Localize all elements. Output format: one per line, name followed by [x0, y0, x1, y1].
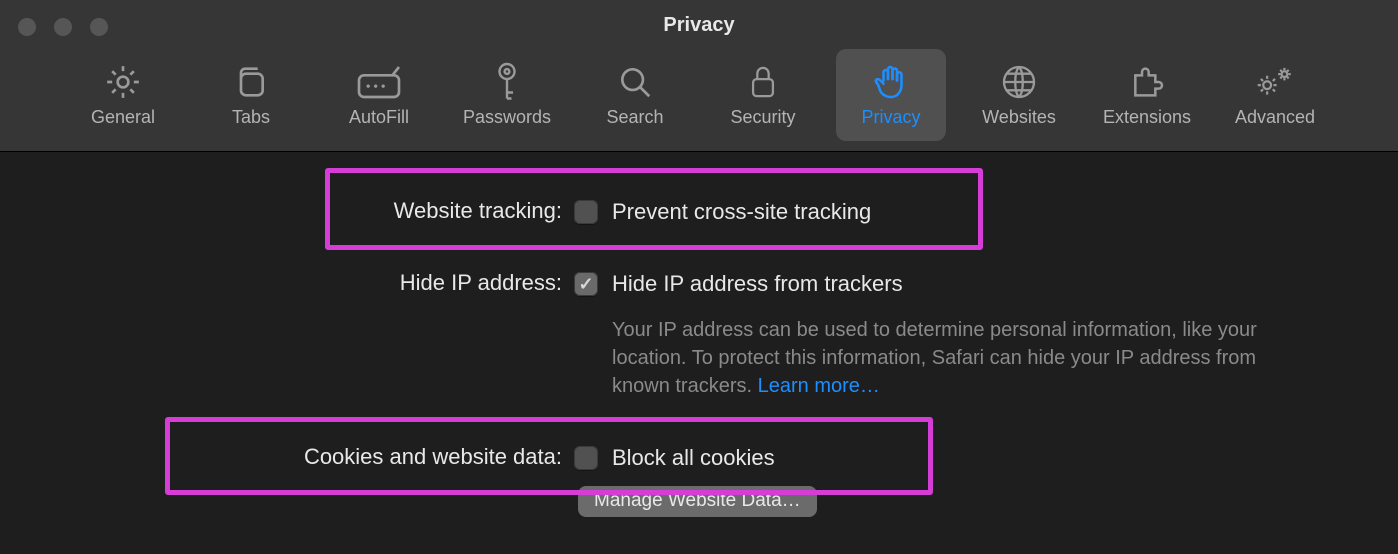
zoom-window-button[interactable] — [90, 18, 108, 36]
tab-label: AutoFill — [349, 107, 409, 128]
tab-search[interactable]: Search — [580, 49, 690, 141]
tab-label: Tabs — [232, 107, 270, 128]
hand-icon — [873, 59, 909, 105]
lock-icon — [746, 59, 780, 105]
privacy-settings: Website tracking: Prevent cross-site tra… — [0, 152, 1398, 517]
tab-label: Advanced — [1235, 107, 1315, 128]
hide-ip-text: Hide IP address from trackers — [612, 271, 903, 297]
manage-website-data-button[interactable]: Manage Website Data… — [578, 486, 817, 517]
prevent-cross-site-tracking-checkbox[interactable] — [574, 200, 598, 224]
tab-label: General — [91, 107, 155, 128]
tab-privacy[interactable]: Privacy — [836, 49, 946, 141]
key-icon — [489, 59, 525, 105]
globe-icon — [999, 59, 1039, 105]
tab-label: Search — [606, 107, 663, 128]
website-tracking-label: Website tracking: — [0, 190, 570, 224]
tab-general[interactable]: General — [68, 49, 178, 141]
tab-extensions[interactable]: Extensions — [1092, 49, 1202, 141]
search-icon — [616, 59, 654, 105]
window-title: Privacy — [663, 14, 734, 37]
tab-label: Extensions — [1103, 107, 1191, 128]
close-window-button[interactable] — [18, 18, 36, 36]
tab-label: Websites — [982, 107, 1056, 128]
titlebar: Privacy General Tabs — [0, 0, 1398, 152]
block-all-cookies-text: Block all cookies — [612, 445, 775, 471]
learn-more-link[interactable]: Learn more… — [758, 375, 880, 397]
tab-autofill[interactable]: AutoFill — [324, 49, 434, 141]
tab-label: Privacy — [861, 107, 920, 128]
preferences-toolbar: General Tabs AutoFill — [0, 45, 1398, 141]
puzzle-icon — [1127, 59, 1167, 105]
tab-advanced[interactable]: Advanced — [1220, 49, 1330, 141]
tab-label: Security — [730, 107, 795, 128]
hide-ip-description: Your IP address can be used to determine… — [574, 316, 1292, 400]
gear-icon — [103, 59, 143, 105]
hide-ip-label: Hide IP address: — [0, 262, 570, 296]
block-all-cookies-checkbox[interactable] — [574, 446, 598, 470]
hide-ip-checkbox[interactable] — [574, 272, 598, 296]
prevent-cross-site-tracking-text: Prevent cross-site tracking — [612, 199, 871, 225]
cookies-label: Cookies and website data: — [0, 436, 570, 470]
tab-tabs[interactable]: Tabs — [196, 49, 306, 141]
minimize-window-button[interactable] — [54, 18, 72, 36]
tab-label: Passwords — [463, 107, 551, 128]
tabs-icon — [230, 59, 272, 105]
gears-icon — [1253, 59, 1297, 105]
window-controls — [18, 18, 108, 36]
tab-websites[interactable]: Websites — [964, 49, 1074, 141]
tab-passwords[interactable]: Passwords — [452, 49, 562, 141]
tab-security[interactable]: Security — [708, 49, 818, 141]
autofill-icon — [354, 59, 404, 105]
